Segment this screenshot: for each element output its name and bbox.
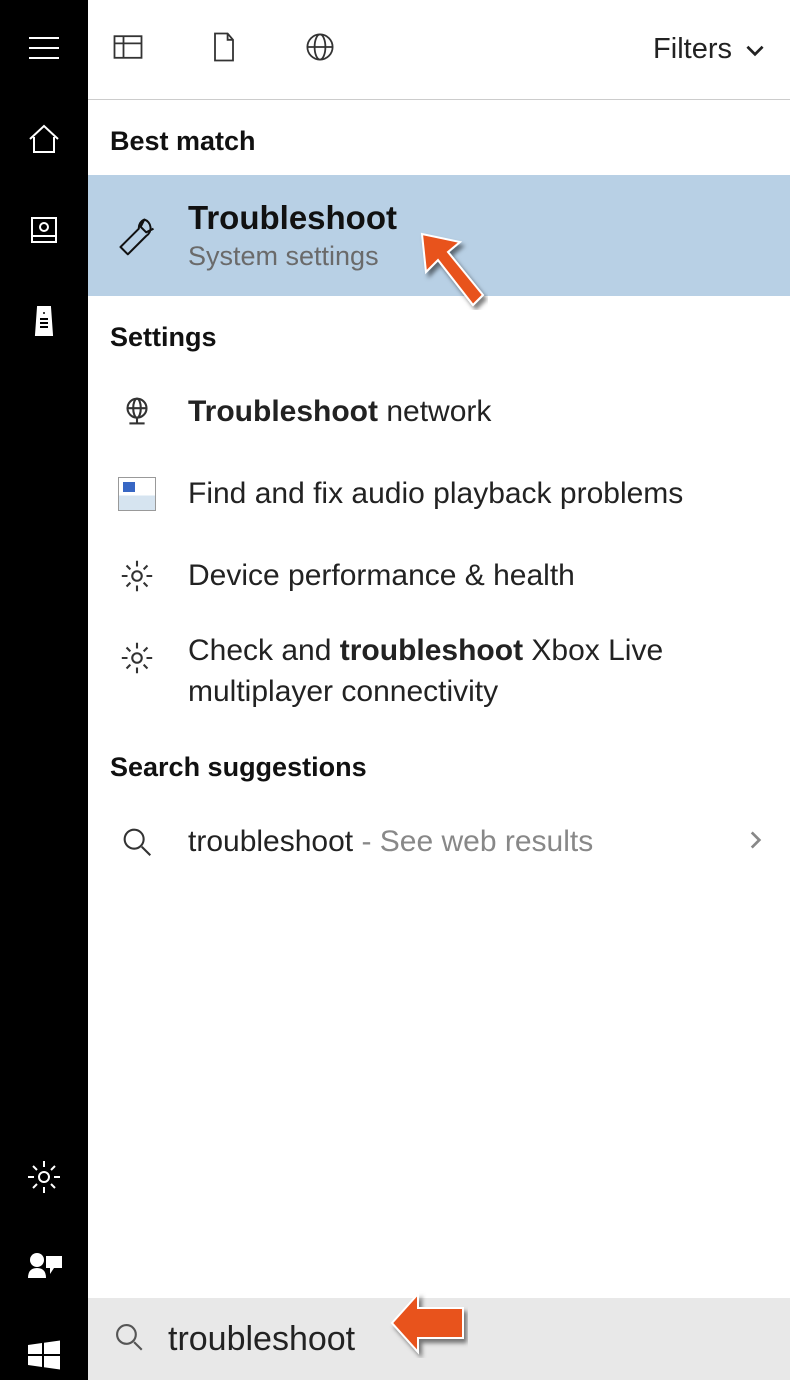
search-icon [110,815,164,869]
best-title: Troubleshoot [188,199,397,236]
documents-tab-icon[interactable] [206,29,242,70]
sidebar [0,0,88,1380]
result-xbox-live[interactable]: Check and troubleshoot Xbox Live multipl… [88,617,790,726]
best-subtitle: System settings [188,241,397,272]
filters-button[interactable]: Filters [653,33,768,66]
result-audio-playback[interactable]: Find and fix audio playback problems [88,453,790,535]
wrench-icon [110,209,164,263]
perf-text: Device performance & health [188,556,575,597]
search-icon [112,1320,146,1359]
section-settings: Settings [88,296,790,371]
feedback-icon[interactable] [24,1246,64,1291]
suggest-hint: - See web results [353,825,593,858]
result-web-suggestion[interactable]: troubleshoot - See web results [88,801,790,883]
gear-icon [110,549,164,603]
result-troubleshoot-network[interactable]: Troubleshoot network [88,371,790,453]
home-icon[interactable] [24,119,64,164]
section-suggestions: Search suggestions [88,726,790,801]
search-bar[interactable] [88,1298,790,1380]
gear-icon [110,631,164,685]
remote-icon[interactable] [24,301,64,346]
globe-stand-icon [110,385,164,439]
xbox-bold: troubleshoot [340,634,523,667]
search-panel: Filters Best match Troubleshoot System s… [88,0,790,1380]
section-best-match: Best match [88,100,790,175]
web-tab-icon[interactable] [302,29,338,70]
photo-icon[interactable] [24,210,64,255]
result-tabs: Filters [88,0,790,100]
apps-tab-icon[interactable] [110,29,146,70]
search-input[interactable] [168,1320,766,1359]
network-text: network [378,395,491,428]
settings-gear-icon[interactable] [24,1157,64,1202]
result-best-troubleshoot[interactable]: Troubleshoot System settings [88,175,790,296]
chevron-right-icon [742,827,768,858]
filters-label: Filters [653,33,732,66]
audio-text: Find and fix audio playback problems [188,474,683,515]
chevron-down-icon [742,37,768,63]
menu-icon[interactable] [24,28,64,73]
audio-troubleshoot-icon [110,467,164,521]
network-bold: Troubleshoot [188,395,378,428]
results-list: Best match Troubleshoot System settings … [88,100,790,1298]
suggest-term: troubleshoot [188,825,353,858]
windows-start-icon[interactable] [24,1335,64,1380]
result-device-performance[interactable]: Device performance & health [88,535,790,617]
xbox-pre: Check and [188,634,340,667]
